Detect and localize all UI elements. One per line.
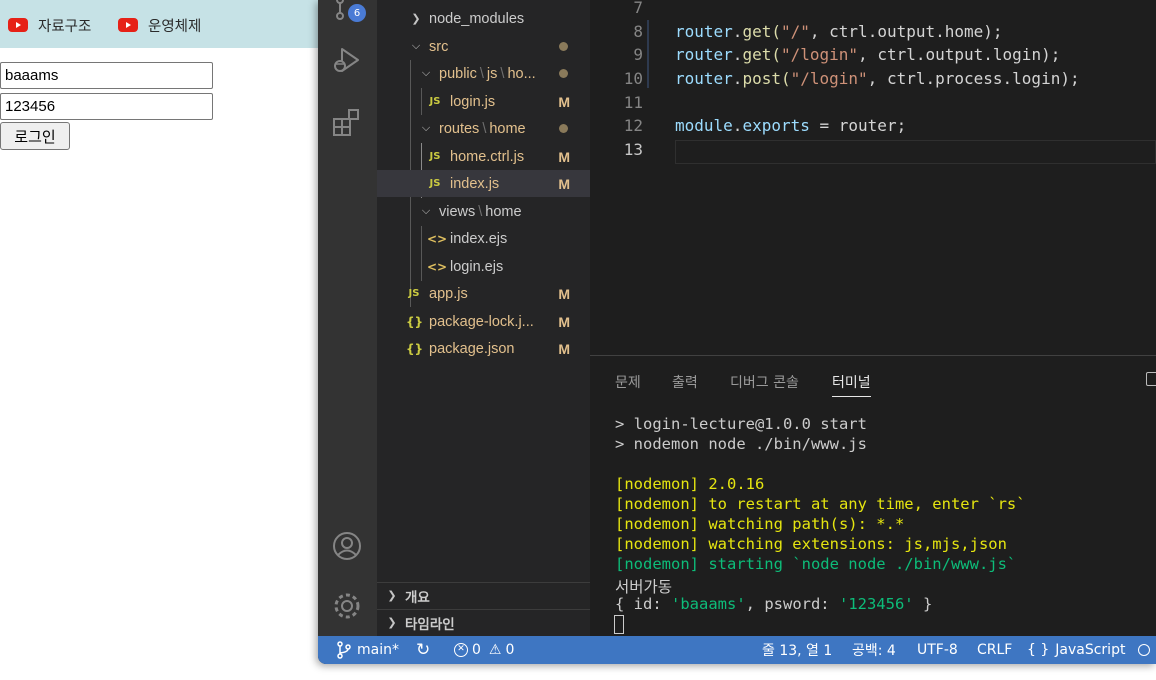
terminal-line: 서버가동 [615,578,673,596]
code-line: router.get("/", ctrl.output.home); [675,22,1003,41]
id-input[interactable] [0,62,213,89]
code-line: router.post("/login", ctrl.process.login… [675,69,1080,88]
tree-folder[interactable]: ⌵ src [377,33,590,60]
tree-file[interactable]: {} package.json M [377,335,590,362]
js-file-icon: JS [429,96,441,107]
code-file-icon: <> [427,231,448,246]
modified-dot-icon [559,69,568,78]
js-file-icon: JS [408,288,420,299]
modified-dot-icon [559,124,568,133]
code-line: router.get("/login", ctrl.output.login); [675,45,1061,64]
line-number: 9 [633,45,643,64]
branch-indicator[interactable]: main* [336,636,399,664]
js-file-icon: JS [429,178,441,189]
tree-folder[interactable]: ⌵ public \ js \ ho... [377,60,590,87]
problems-indicator[interactable]: ✕ 0 ⚠ 0 [454,636,514,664]
bookmark-label: 자료구조 [38,18,92,35]
json-file-icon: {} [406,341,424,356]
screen: 자료구조 운영체제 로그인 6 [0,0,1156,680]
chevron-down-icon: ⌵ [421,122,431,134]
git-branch-icon [337,641,351,659]
language-mode[interactable]: { } JavaScript [1027,636,1125,664]
indentation[interactable]: 공백: 4 [852,636,896,664]
password-input[interactable] [0,93,213,120]
js-file-icon: JS [429,151,441,162]
code-file-icon: <> [427,259,448,274]
tab-debug-console[interactable]: 디버그 콘솔 [730,372,799,392]
tree-file[interactable]: JS login.js M [377,88,590,115]
tree-folder[interactable]: ⌵ routes \ home [377,115,590,142]
chevron-right-icon: ❯ [411,13,421,25]
tree-file[interactable]: <> index.ejs [377,225,590,252]
json-file-icon: {} [406,314,424,329]
line-number: 13 [623,140,643,159]
tree-folder[interactable]: ⌵ views \ home [377,198,590,225]
bookmark-item[interactable]: 자료구조 [8,14,91,36]
run-debug-icon[interactable] [331,44,363,76]
terminal-line: [nodemon] starting `node node ./bin/www.… [615,555,1017,573]
youtube-icon [118,18,138,32]
line-number: 12 [623,116,643,135]
account-icon[interactable] [331,530,363,562]
youtube-icon [8,18,28,32]
panel-maximize-icon[interactable] [1146,372,1156,386]
broadcast-icon[interactable] [1138,636,1150,664]
code-editor[interactable]: 7 8 9 10 11 12 13 router.get("/", ctrl.o… [590,0,1156,355]
tab-output[interactable]: 출력 [672,372,698,392]
chevron-down-icon: ⌵ [421,205,431,217]
scm-badge: 6 [348,4,366,22]
tree-folder[interactable]: ❯ node_modules [377,5,590,32]
terminal-line: > login-lecture@1.0.0 start [615,415,867,433]
extensions-icon[interactable] [331,106,363,138]
tree-file[interactable]: JS app.js M [377,280,590,307]
terminal-line: > nodemon node ./bin/www.js [615,435,867,453]
login-button[interactable]: 로그인 [0,122,70,150]
tree-file[interactable]: <> login.ejs [377,253,590,280]
encoding[interactable]: UTF-8 [917,636,958,664]
bookmarks-bar: 자료구조 운영체제 [0,0,318,48]
tree-file[interactable]: JS home.ctrl.js M [377,143,590,170]
line-ending[interactable]: CRLF [977,636,1012,664]
terminal-line: [nodemon] watching extensions: js,mjs,js… [615,535,1007,553]
terminal-line: { id: 'baaams', psword: '123456' } [615,595,933,613]
code-line: module.exports = router; [675,116,907,135]
warning-icon: ⚠ [488,642,502,658]
vscode-window: 6 ❯ node_modules ⌵ src ⌵ public \ js \ h… [318,0,1156,664]
chevron-right-icon: ❯ [387,616,397,629]
chevron-down-icon: ⌵ [411,40,421,52]
tab-terminal[interactable]: 터미널 [832,372,871,397]
activity-bar: 6 [318,0,377,636]
modified-dot-icon [559,42,568,51]
terminal-line: [nodemon] to restart at any time, enter … [615,495,1026,513]
outline-section[interactable]: ❯ 개요 [377,582,590,608]
line-number: 10 [623,69,643,88]
tree-file[interactable]: {} package-lock.j... M [377,308,590,335]
chevron-down-icon: ⌵ [421,67,431,79]
braces-icon: { } [1027,642,1050,658]
status-bar: main* ↻ ✕ 0 ⚠ 0 줄 13, 열 1 공백: 4 UTF-8 CR… [318,636,1156,664]
tree-file-selected[interactable]: JS index.js M [377,170,590,197]
terminal-cursor [614,615,624,634]
line-number: 8 [633,22,643,41]
cursor-position[interactable]: 줄 13, 열 1 [762,636,832,664]
bottom-panel: 문제 출력 디버그 콘솔 터미널 > login-lecture@1.0.0 s… [590,355,1156,636]
bookmark-item[interactable]: 운영체제 [118,14,201,36]
error-icon: ✕ [454,643,468,657]
browser-page: 자료구조 운영체제 로그인 [0,0,318,680]
timeline-section[interactable]: ❯ 타임라인 [377,609,590,635]
tab-problems[interactable]: 문제 [615,372,641,392]
explorer-sidebar: ❯ node_modules ⌵ src ⌵ public \ js \ ho... J… [377,0,590,636]
line-number: 11 [623,93,643,112]
chevron-right-icon: ❯ [387,589,397,602]
current-line-highlight [675,140,1156,164]
settings-gear-icon[interactable] [331,590,363,622]
line-number: 7 [633,0,643,17]
terminal-line: [nodemon] watching path(s): *.* [615,515,905,533]
sync-icon[interactable]: ↻ [416,636,430,664]
terminal-line: [nodemon] 2.0.16 [615,475,765,493]
bookmark-label: 운영체제 [148,18,202,35]
